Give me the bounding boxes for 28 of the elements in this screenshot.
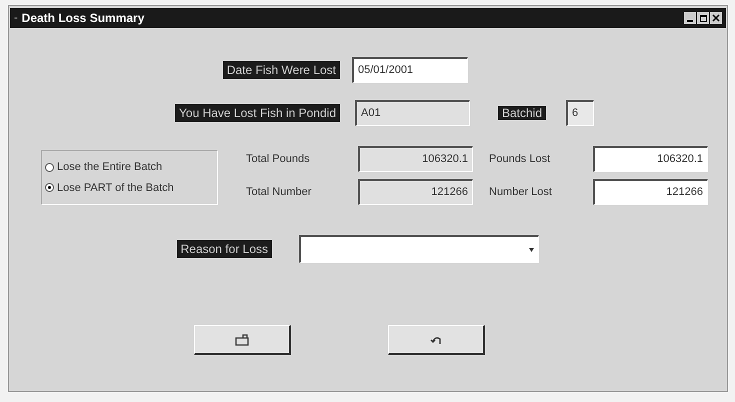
- loss-option-radio[interactable]: Lose PART of the Batch: [45, 180, 217, 196]
- reason-dropdown[interactable]: [299, 235, 539, 263]
- field-label: Date Fish Were Lost: [222, 61, 340, 79]
- dropdown-arrow-icon: [529, 248, 534, 252]
- field-label: Batchid: [498, 106, 546, 120]
- total-label: Total Pounds: [246, 152, 311, 167]
- total-field: 121266: [358, 179, 473, 205]
- lost-field[interactable]: 121266: [593, 179, 708, 205]
- lost-field[interactable]: 106320.1: [593, 146, 708, 172]
- minimize-button[interactable]: [684, 12, 696, 24]
- close-button[interactable]: [710, 12, 722, 24]
- total-label: Total Number: [246, 184, 312, 200]
- undo-arrow-icon: [430, 334, 442, 344]
- save-button[interactable]: [194, 325, 291, 355]
- lost-label: Number Lost: [489, 184, 553, 200]
- field-label: Reason for Loss: [176, 240, 272, 258]
- window-title: Death Loss Summary: [22, 10, 144, 27]
- pond-field: A01: [355, 100, 470, 126]
- batch-field: 6: [566, 100, 594, 126]
- total-field: 106320.1: [358, 146, 473, 172]
- maximize-button[interactable]: [697, 12, 709, 24]
- tray-icon: [235, 334, 249, 346]
- date-field[interactable]: 05/01/2001: [352, 57, 468, 83]
- loss-option-radio[interactable]: Lose the Entire Batch: [45, 159, 217, 176]
- lost-label: Pounds Lost: [489, 152, 552, 167]
- field-label: You Have Lost Fish in Pondid: [175, 104, 340, 122]
- window-menu-icon[interactable]: -: [14, 10, 18, 26]
- undo-button[interactable]: [388, 325, 485, 355]
